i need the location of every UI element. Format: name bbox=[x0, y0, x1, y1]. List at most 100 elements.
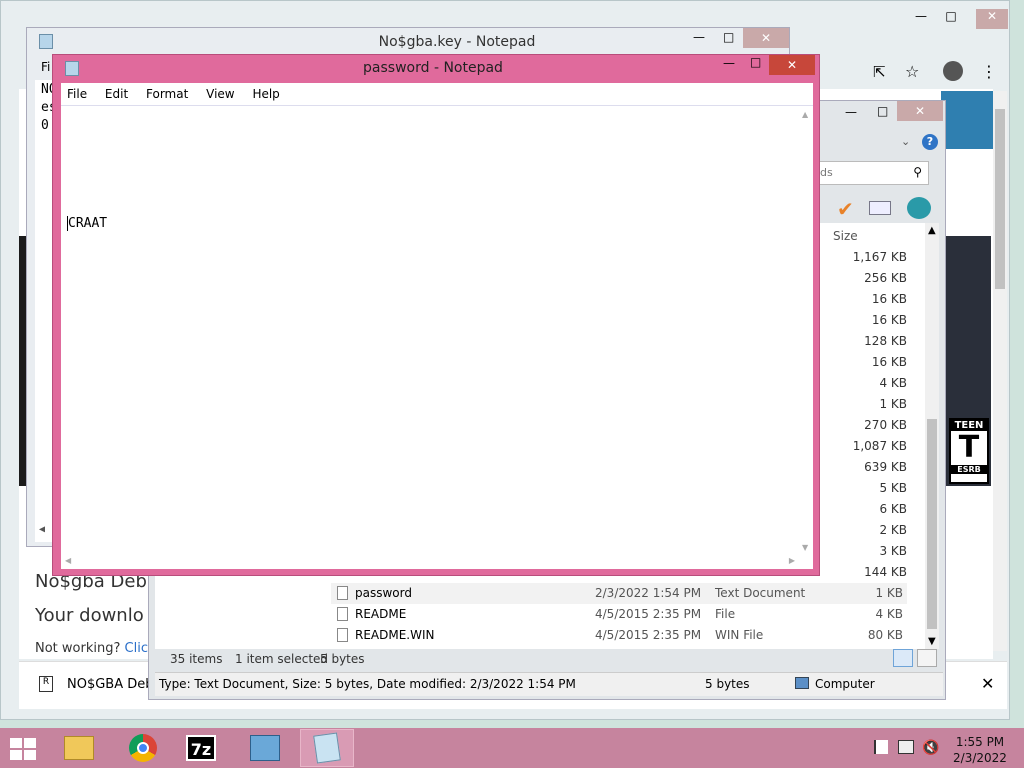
rating-letter: T bbox=[958, 430, 980, 465]
scroll-down-icon[interactable]: ▼ bbox=[928, 636, 936, 647]
share-icon[interactable]: ⇱ bbox=[873, 63, 886, 81]
details-text: Type: Text Document, Size: 5 bytes, Date… bbox=[159, 677, 576, 691]
page-scrollbar-thumb[interactable] bbox=[995, 109, 1005, 289]
file-icon bbox=[337, 628, 348, 642]
notepad-front-editor[interactable]: CRAAT ▲ ▼ ◀ ▶ bbox=[61, 105, 813, 569]
scroll-right-icon[interactable]: ▶ bbox=[789, 556, 795, 565]
download-file-icon: R bbox=[39, 676, 53, 692]
scroll-up-icon[interactable]: ▲ bbox=[928, 225, 936, 236]
clock-time: 1:55 PM bbox=[955, 735, 1005, 749]
vertical-scrollbar[interactable]: ▲ ▼ bbox=[799, 106, 813, 554]
page-link[interactable]: Clic bbox=[125, 641, 148, 656]
computer-icon bbox=[795, 677, 809, 689]
page-scrollbar[interactable] bbox=[993, 91, 1007, 651]
file-date: 2/3/2022 1:54 PM bbox=[595, 586, 702, 600]
file-type: File bbox=[715, 607, 736, 621]
scroll-left-icon[interactable]: ◀ bbox=[65, 556, 71, 565]
file-date: 4/5/2015 2:35 PM bbox=[595, 607, 702, 621]
notepad-front-icon bbox=[65, 61, 79, 76]
status-bytes: 5 bytes bbox=[320, 652, 365, 666]
scroll-down-icon[interactable]: ▼ bbox=[802, 543, 808, 552]
chrome-icon bbox=[129, 734, 157, 762]
bookmark-star-icon[interactable]: ☆ bbox=[905, 62, 919, 81]
file-list-scrollbar[interactable]: ▲ ▼ bbox=[925, 223, 939, 649]
menu-help[interactable]: Help bbox=[252, 87, 279, 101]
file-explorer-icon bbox=[64, 736, 94, 760]
taskbar-7zip-button[interactable]: 7z bbox=[174, 729, 228, 767]
horizontal-scrollbar[interactable]: ◀ ▶ bbox=[61, 555, 799, 569]
notepad-menu-bar: File Edit Format View Help bbox=[61, 83, 813, 105]
taskbar-notepad-button[interactable] bbox=[300, 729, 354, 767]
file-type: WIN File bbox=[715, 628, 764, 642]
search-placeholder: ds bbox=[820, 166, 833, 179]
notepad-back-minimize[interactable]: — bbox=[693, 30, 705, 44]
volume-muted-icon[interactable]: 🔇 bbox=[922, 740, 939, 756]
size-cell: 1 KB bbox=[879, 397, 907, 411]
notepad-front-close[interactable]: ✕ bbox=[769, 55, 815, 75]
menu-view[interactable]: View bbox=[206, 87, 234, 101]
file-date: 4/5/2015 2:35 PM bbox=[595, 628, 702, 642]
explorer-status-bar: 35 items 1 item selected 5 bytes bbox=[155, 649, 943, 671]
help-icon[interactable]: ? bbox=[922, 134, 938, 150]
details-view-icon[interactable] bbox=[893, 649, 913, 667]
profile-icon[interactable] bbox=[943, 61, 963, 81]
explorer-close[interactable]: ✕ bbox=[897, 101, 943, 121]
file-icon bbox=[337, 607, 348, 621]
shell-icon[interactable] bbox=[907, 197, 931, 219]
explorer-minimize[interactable]: — bbox=[845, 105, 857, 119]
menu-file[interactable]: File bbox=[67, 87, 87, 101]
file-size: 80 KB bbox=[867, 628, 903, 642]
size-cell: 256 KB bbox=[864, 271, 907, 285]
file-name: README bbox=[355, 607, 407, 621]
chrome-close-button[interactable]: ✕ bbox=[976, 9, 1008, 29]
file-list-scrollbar-thumb[interactable] bbox=[927, 419, 937, 629]
menu-edit[interactable]: Edit bbox=[105, 87, 128, 101]
notepad-back-maximize[interactable]: □ bbox=[723, 30, 734, 44]
notepad-back-close[interactable]: ✕ bbox=[743, 28, 789, 48]
size-cell: 5 KB bbox=[879, 481, 907, 495]
close-download-shelf-icon[interactable]: ✕ bbox=[981, 674, 994, 693]
action-center-flag-icon[interactable] bbox=[874, 740, 888, 754]
details-location: Computer bbox=[815, 677, 875, 691]
taskbar-chrome-button[interactable] bbox=[116, 729, 170, 767]
taskbar-file-explorer-button[interactable] bbox=[52, 729, 106, 767]
clock[interactable]: 1:55 PM 2/3/2022 bbox=[950, 734, 1010, 766]
file-row-password[interactable]: password 2/3/2022 1:54 PM Text Document … bbox=[331, 583, 907, 604]
editor-text: CRAAT bbox=[67, 216, 108, 231]
page-banner bbox=[941, 91, 993, 149]
notepad-front-minimize[interactable]: — bbox=[723, 56, 735, 70]
column-header-size[interactable]: Size bbox=[833, 229, 858, 243]
mail-icon[interactable] bbox=[869, 201, 891, 215]
scroll-up-icon[interactable]: ▲ bbox=[802, 110, 808, 119]
checkmark-icon[interactable]: ✔ bbox=[837, 197, 854, 221]
notepad-back-menu[interactable]: Fi bbox=[41, 60, 50, 74]
file-row-readme-win[interactable]: README.WIN 4/5/2015 2:35 PM WIN File 80 … bbox=[331, 625, 907, 646]
status-item-count: 35 items bbox=[170, 652, 223, 666]
size-cell: 6 KB bbox=[879, 502, 907, 516]
size-cell: 16 KB bbox=[871, 355, 907, 369]
explorer-maximize[interactable]: □ bbox=[877, 104, 888, 118]
file-size: 4 KB bbox=[875, 607, 903, 621]
network-icon[interactable] bbox=[898, 740, 914, 754]
chrome-minimize-button[interactable]: — bbox=[911, 9, 931, 29]
status-selected: 1 item selected bbox=[235, 652, 329, 666]
file-row-readme[interactable]: README 4/5/2015 2:35 PM File 4 KB bbox=[331, 604, 907, 625]
notepad-front-maximize[interactable]: □ bbox=[750, 55, 761, 69]
large-icons-view-icon[interactable] bbox=[917, 649, 937, 667]
size-cell: 270 KB bbox=[864, 418, 907, 432]
chrome-menu-icon[interactable]: ⋮ bbox=[981, 62, 997, 81]
text-file-icon bbox=[337, 586, 348, 600]
size-cell: 1,167 KB bbox=[852, 250, 907, 264]
size-cell: 2 KB bbox=[879, 523, 907, 537]
menu-format[interactable]: Format bbox=[146, 87, 188, 101]
chrome-maximize-button[interactable]: □ bbox=[941, 9, 961, 29]
size-cell: 128 KB bbox=[864, 334, 907, 348]
notepad-back-scroll-left-icon[interactable]: ◀ bbox=[39, 524, 45, 535]
explorer-search-input[interactable]: ds ⚲ bbox=[809, 161, 929, 185]
start-button[interactable] bbox=[8, 736, 38, 762]
size-cell: 3 KB bbox=[879, 544, 907, 558]
taskbar-control-panel-button[interactable] bbox=[238, 729, 292, 767]
size-cell: 1,087 KB bbox=[852, 439, 907, 453]
notepad-back-line-3: 0 bbox=[41, 118, 49, 133]
expand-ribbon-icon[interactable]: ⌄ bbox=[901, 135, 910, 148]
